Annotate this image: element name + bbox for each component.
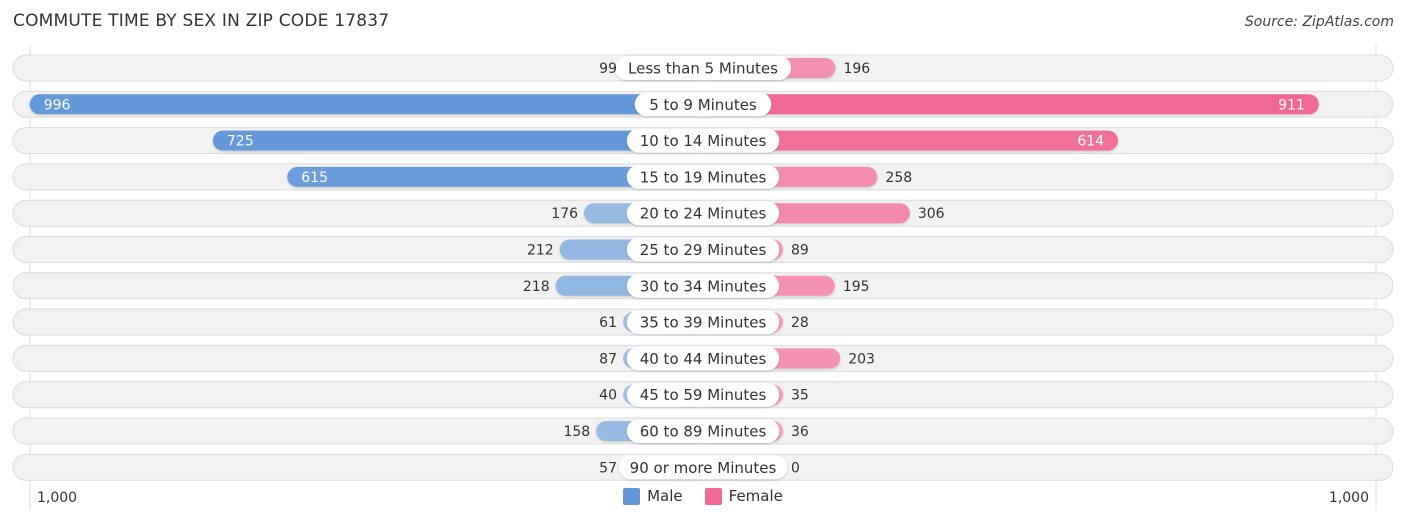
female-value-label: 614 [1077,134,1104,150]
female-value-label: 0 [791,460,800,476]
male-value-label: 615 [301,170,328,186]
category-label: Less than 5 Minutes [628,60,778,78]
category-label: 90 or more Minutes [630,459,777,477]
male-value-label: 218 [523,279,550,295]
bar-row: 5 to 9 Minutes 996 911 [12,90,1394,118]
legend-swatch-female [704,487,722,505]
female-bar [703,94,1319,115]
female-value-label: 28 [791,315,809,331]
bar-row: 60 to 89 Minutes 158 36 [12,417,1394,445]
female-value-label: 36 [791,424,809,440]
bar-row: 40 to 44 Minutes 87 203 [12,344,1394,372]
female-value-label: 911 [1278,97,1305,113]
female-value-label: 35 [791,388,809,404]
bar-row: 45 to 59 Minutes 40 35 [12,381,1394,409]
female-value-label: 89 [791,243,809,259]
chart-area: Less than 5 Minutes 99 196 5 to 9 Minutes 99… [12,45,1394,510]
bar-row: 15 to 19 Minutes 615 258 [12,163,1394,191]
male-value-label: 61 [599,315,617,331]
category-label: 15 to 19 Minutes [640,168,767,186]
legend-label-female: Female [728,487,783,505]
female-value-label: 203 [848,351,875,367]
category-label: 35 to 39 Minutes [640,314,767,332]
male-value-label: 996 [44,97,71,113]
category-label: 5 to 9 Minutes [649,96,757,114]
male-value-label: 87 [599,351,617,367]
category-label: 30 to 34 Minutes [640,277,767,295]
legend-swatch-male [623,487,641,505]
male-value-label: 99 [599,61,617,77]
legend: Male Female [0,487,1406,505]
male-value-label: 158 [563,424,590,440]
legend-label-male: Male [647,487,683,505]
male-value-label: 176 [551,206,578,222]
female-value-label: 258 [885,170,912,186]
bar-row: 20 to 24 Minutes 176 306 [12,199,1394,227]
category-label: 40 to 44 Minutes [640,350,767,368]
legend-item-female[interactable]: Female [704,487,783,505]
female-value-label: 306 [918,206,945,222]
female-value-label: 195 [843,279,870,295]
bar-row: 30 to 34 Minutes 218 195 [12,272,1394,300]
category-label: 60 to 89 Minutes [640,423,767,441]
category-label: 45 to 59 Minutes [640,386,767,404]
male-value-label: 212 [527,243,554,259]
male-bar [29,94,704,115]
category-label: 20 to 24 Minutes [640,205,767,223]
legend-item-male[interactable]: Male [623,487,683,505]
male-value-label: 57 [599,460,617,476]
bar-row: 90 or more Minutes 57 0 [12,453,1394,481]
bar-row: 10 to 14 Minutes 725 614 [12,127,1394,155]
male-value-label: 725 [227,134,254,150]
category-label: 10 to 14 Minutes [640,132,767,150]
category-label: 25 to 29 Minutes [640,241,767,259]
bar-row: 35 to 39 Minutes 61 28 [12,308,1394,336]
male-value-label: 40 [599,388,617,404]
bar-row: Less than 5 Minutes 99 196 [12,54,1394,82]
female-value-label: 196 [843,61,870,77]
bar-row: 25 to 29 Minutes 212 89 [12,236,1394,263]
